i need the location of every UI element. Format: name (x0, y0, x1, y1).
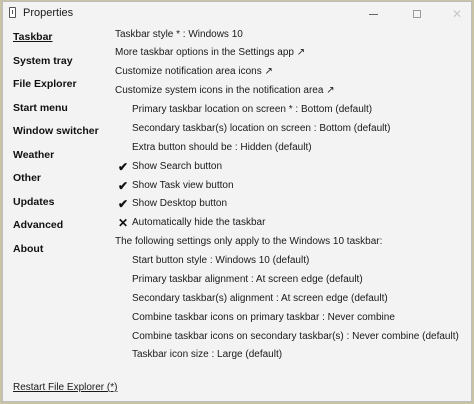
secondary-alignment-setting[interactable]: Secondary taskbar(s) alignment : At scre… (132, 293, 388, 304)
sidebar-item-file-explorer[interactable]: File Explorer (13, 78, 77, 90)
cross-icon: ✕ (118, 216, 129, 230)
customize-notification-link[interactable]: Customize notification area icons ↗ (115, 66, 273, 77)
window-title: Properties (23, 7, 74, 19)
show-desktop-toggle[interactable]: Show Desktop button (132, 198, 227, 209)
win10-note: The following settings only apply to the… (115, 236, 383, 247)
sidebar-item-weather[interactable]: Weather (13, 149, 54, 161)
more-options-link[interactable]: More taskbar options in the Settings app… (115, 47, 305, 58)
properties-window: Properties ✕ Taskbar System tray File Ex… (2, 1, 472, 402)
sidebar-item-start-menu[interactable]: Start menu (13, 102, 68, 114)
close-icon: ✕ (451, 7, 463, 21)
app-icon (9, 7, 16, 18)
check-icon: ✔ (118, 197, 129, 211)
taskbar-style-setting[interactable]: Taskbar style * : Windows 10 (115, 29, 243, 40)
sidebar-item-taskbar[interactable]: Taskbar (13, 31, 53, 43)
extra-button-setting[interactable]: Extra button should be : Hidden (default… (132, 142, 312, 153)
restart-file-explorer-link[interactable]: Restart File Explorer (*) (13, 382, 117, 393)
auto-hide-toggle[interactable]: Automatically hide the taskbar (132, 217, 265, 228)
check-icon: ✔ (118, 179, 129, 193)
sidebar-item-system-tray[interactable]: System tray (13, 55, 73, 67)
minimize-button[interactable] (355, 2, 391, 26)
primary-location-setting[interactable]: Primary taskbar location on screen * : B… (132, 104, 372, 115)
close-button[interactable]: ✕ (439, 2, 474, 26)
icon-size-setting[interactable]: Taskbar icon size : Large (default) (132, 349, 282, 360)
sidebar-item-window-switcher[interactable]: Window switcher (13, 125, 99, 137)
maximize-icon (413, 10, 421, 18)
minimize-icon (368, 13, 378, 15)
secondary-location-setting[interactable]: Secondary taskbar(s) location on screen … (132, 123, 390, 134)
start-button-style-setting[interactable]: Start button style : Windows 10 (default… (132, 255, 309, 266)
combine-secondary-setting[interactable]: Combine taskbar icons on secondary taskb… (132, 331, 459, 342)
combine-primary-setting[interactable]: Combine taskbar icons on primary taskbar… (132, 312, 395, 323)
check-icon: ✔ (118, 160, 129, 174)
maximize-button[interactable] (399, 2, 435, 26)
title-bar: Properties ✕ (3, 2, 471, 26)
show-task-view-toggle[interactable]: Show Task view button (132, 180, 234, 191)
show-search-toggle[interactable]: Show Search button (132, 161, 222, 172)
sidebar-item-other[interactable]: Other (13, 172, 41, 184)
sidebar-item-about[interactable]: About (13, 243, 43, 255)
sidebar-item-advanced[interactable]: Advanced (13, 219, 63, 231)
customize-system-icons-link[interactable]: Customize system icons in the notificati… (115, 85, 335, 96)
sidebar-item-updates[interactable]: Updates (13, 196, 54, 208)
primary-alignment-setting[interactable]: Primary taskbar alignment : At screen ed… (132, 274, 363, 285)
